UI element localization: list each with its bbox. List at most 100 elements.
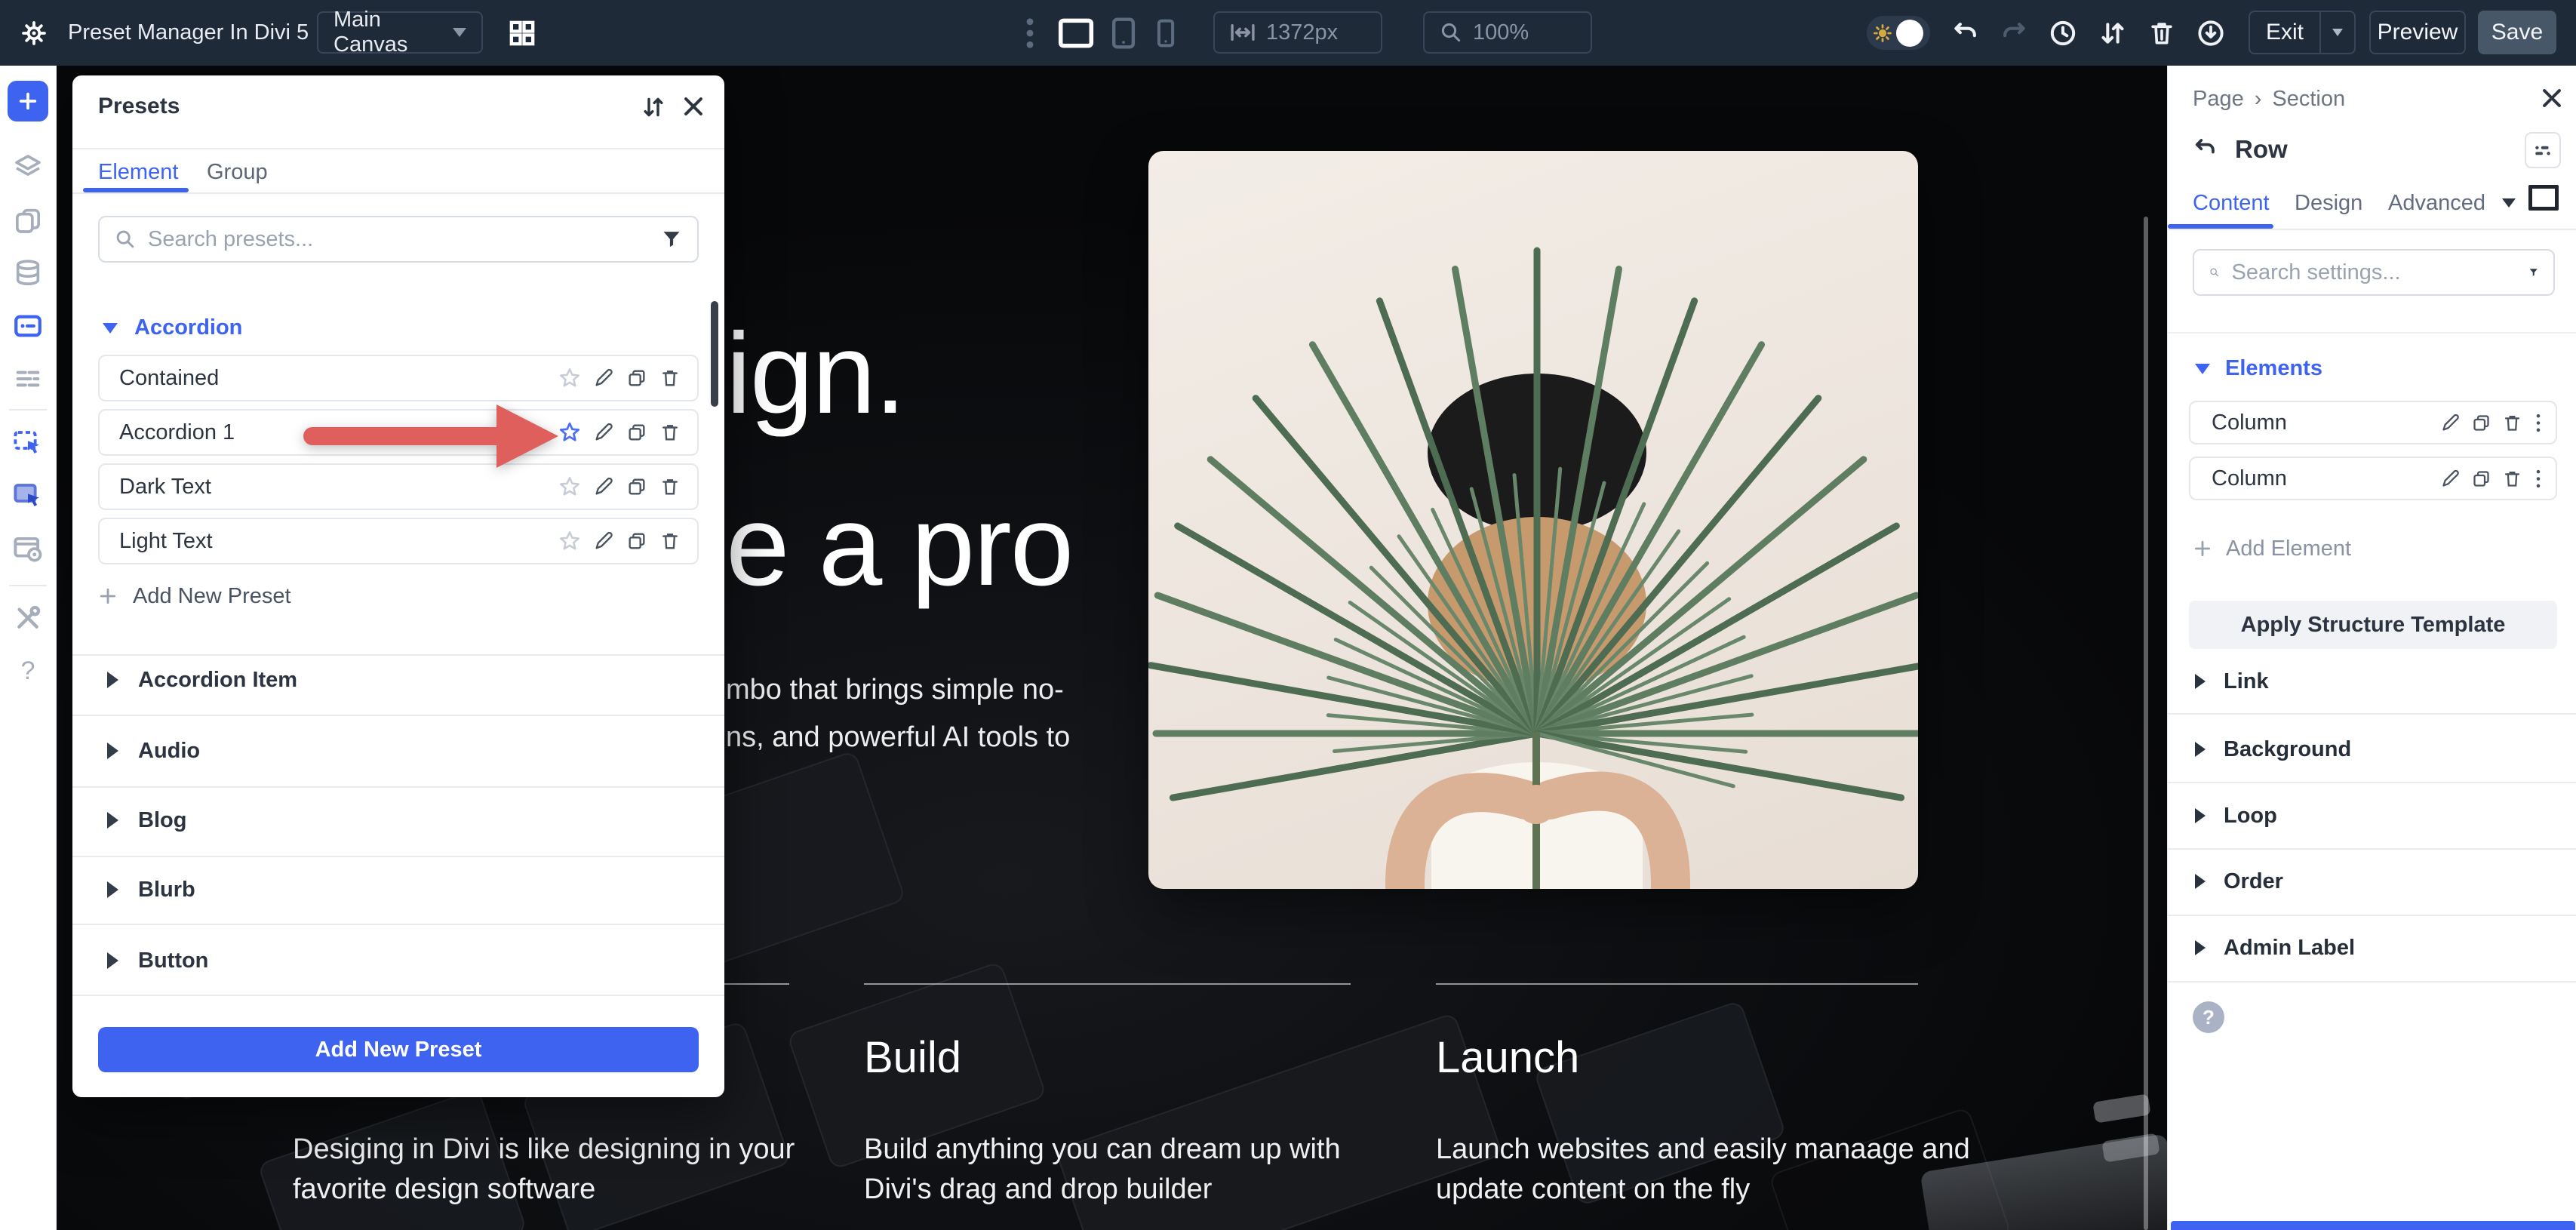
breadcrumb-page[interactable]: Page <box>2193 87 2244 112</box>
preset-row-accordion-1[interactable]: Accordion 1 <box>98 409 699 456</box>
light-dark-toggle[interactable] <box>1867 16 1930 50</box>
element-row-column-1[interactable]: Column <box>2189 401 2557 444</box>
tab-design[interactable]: Design <box>2295 191 2362 216</box>
edit-pencil-icon[interactable] <box>593 422 614 443</box>
sort-presets-icon[interactable] <box>640 94 667 121</box>
section-loop[interactable]: Loop <box>2168 799 2576 832</box>
back-arrow-icon[interactable] <box>2193 137 2218 162</box>
presets-panel-icon[interactable] <box>11 309 45 343</box>
interaction-frame-icon[interactable] <box>11 426 45 460</box>
help-icon[interactable]: ? <box>11 654 45 687</box>
tab-content[interactable]: Content <box>2193 191 2270 216</box>
trash-icon[interactable] <box>2147 0 2176 66</box>
star-icon[interactable] <box>558 530 581 552</box>
more-options-dots-icon[interactable] <box>1025 0 1035 66</box>
help-badge[interactable]: ? <box>2193 1001 2224 1033</box>
expand-panel-button[interactable] <box>2525 132 2561 168</box>
elements-group-header[interactable]: Elements <box>2195 356 2322 381</box>
tabs-overflow-caret[interactable] <box>2502 198 2516 208</box>
breadcrumb-section[interactable]: Section <box>2272 87 2345 112</box>
menu-dots-icon[interactable] <box>2533 469 2544 489</box>
edit-pencil-icon[interactable] <box>593 530 614 552</box>
save-button[interactable]: Save <box>2478 11 2556 54</box>
filter-funnel-icon[interactable] <box>2528 262 2539 283</box>
database-icon[interactable] <box>11 257 45 290</box>
desktop-view-icon[interactable] <box>1058 0 1094 66</box>
canvas-scrollbar[interactable] <box>2144 217 2148 1230</box>
duplicate-icon[interactable] <box>626 530 647 552</box>
phone-view-icon[interactable] <box>1156 0 1176 66</box>
history-clock-icon[interactable] <box>2048 0 2078 66</box>
exit-button[interactable]: Exit <box>2250 20 2319 45</box>
preset-row-contained[interactable]: Contained <box>98 355 699 401</box>
section-order[interactable]: Order <box>2168 865 2576 898</box>
bottom-action-bar[interactable] <box>2171 1221 2575 1230</box>
pages-icon[interactable] <box>11 204 45 237</box>
trash-icon[interactable] <box>2502 469 2522 489</box>
interaction-frame-filled-icon[interactable] <box>11 479 45 512</box>
sort-arrows-icon[interactable] <box>2098 0 2128 66</box>
element-row-column-2[interactable]: Column <box>2189 457 2557 500</box>
tools-icon[interactable] <box>11 601 45 635</box>
preset-group-accordion[interactable]: Accordion <box>103 315 242 340</box>
preset-search-input[interactable] <box>146 226 650 253</box>
exit-dropdown-caret[interactable] <box>2319 12 2354 53</box>
close-presets-icon[interactable] <box>681 94 706 119</box>
view-mode-square-icon[interactable] <box>2528 185 2559 211</box>
duplicate-icon[interactable] <box>2471 413 2491 433</box>
preset-row-light-text[interactable]: Light Text <box>98 518 699 564</box>
star-icon-highlighted[interactable] <box>558 421 581 444</box>
tab-group[interactable]: Group <box>207 160 268 185</box>
duplicate-icon[interactable] <box>2471 469 2491 489</box>
duplicate-icon[interactable] <box>626 476 647 497</box>
edit-pencil-icon[interactable] <box>593 476 614 497</box>
star-icon[interactable] <box>558 475 581 498</box>
preview-button[interactable]: Preview <box>2369 11 2466 54</box>
undo-icon[interactable] <box>1951 0 1980 66</box>
portability-icon[interactable] <box>2196 0 2226 66</box>
trash-icon[interactable] <box>659 367 681 389</box>
add-new-preset-button[interactable]: Add New Preset <box>98 1027 699 1072</box>
builder-settings-gear-icon[interactable] <box>20 0 48 66</box>
section-background[interactable]: Background <box>2168 733 2576 766</box>
redo-icon[interactable] <box>2000 0 2028 66</box>
presets-scrollbar[interactable] <box>711 301 718 407</box>
duplicate-icon[interactable] <box>626 367 647 389</box>
settings-search-input[interactable] <box>2230 259 2518 286</box>
trash-icon[interactable] <box>659 422 681 443</box>
structure-list-icon[interactable] <box>11 362 45 395</box>
preset-row-dark-text[interactable]: Dark Text <box>98 463 699 510</box>
star-icon[interactable] <box>558 367 581 389</box>
edit-pencil-icon[interactable] <box>2440 413 2461 433</box>
section-blog[interactable]: Blog <box>72 804 724 837</box>
menu-dots-icon[interactable] <box>2533 413 2544 433</box>
canvas-zoom-field[interactable]: 100% <box>1423 11 1592 54</box>
trash-icon[interactable] <box>659 530 681 552</box>
filter-funnel-icon[interactable] <box>661 229 682 250</box>
close-settings-icon[interactable] <box>2539 85 2565 111</box>
layers-icon[interactable] <box>11 151 45 184</box>
layout-grid-icon[interactable] <box>507 0 537 66</box>
section-button[interactable]: Button <box>72 944 724 977</box>
edit-pencil-icon[interactable] <box>593 367 614 389</box>
tab-advanced[interactable]: Advanced <box>2388 191 2485 216</box>
canvas-selector[interactable]: Main Canvas <box>317 8 483 57</box>
chevron-right-icon <box>107 952 118 969</box>
tab-element[interactable]: Element <box>98 160 178 185</box>
add-module-button[interactable] <box>8 81 48 121</box>
section-link[interactable]: Link <box>2168 665 2576 698</box>
trash-icon[interactable] <box>659 476 681 497</box>
add-element-link[interactable]: Add Element <box>2193 532 2351 565</box>
duplicate-icon[interactable] <box>626 422 647 443</box>
section-audio[interactable]: Audio <box>72 734 724 767</box>
edit-pencil-icon[interactable] <box>2440 469 2461 489</box>
trash-icon[interactable] <box>2502 413 2522 433</box>
section-accordion-item[interactable]: Accordion Item <box>72 663 724 696</box>
add-new-preset-link[interactable]: Add New Preset <box>98 580 291 613</box>
browser-disc-icon[interactable] <box>11 532 45 565</box>
section-admin-label[interactable]: Admin Label <box>2168 931 2576 964</box>
tablet-view-icon[interactable] <box>1111 0 1136 66</box>
section-blurb[interactable]: Blurb <box>72 873 724 906</box>
canvas-width-field[interactable]: 1372px <box>1213 11 1382 54</box>
apply-structure-template-button[interactable]: Apply Structure Template <box>2189 601 2557 649</box>
